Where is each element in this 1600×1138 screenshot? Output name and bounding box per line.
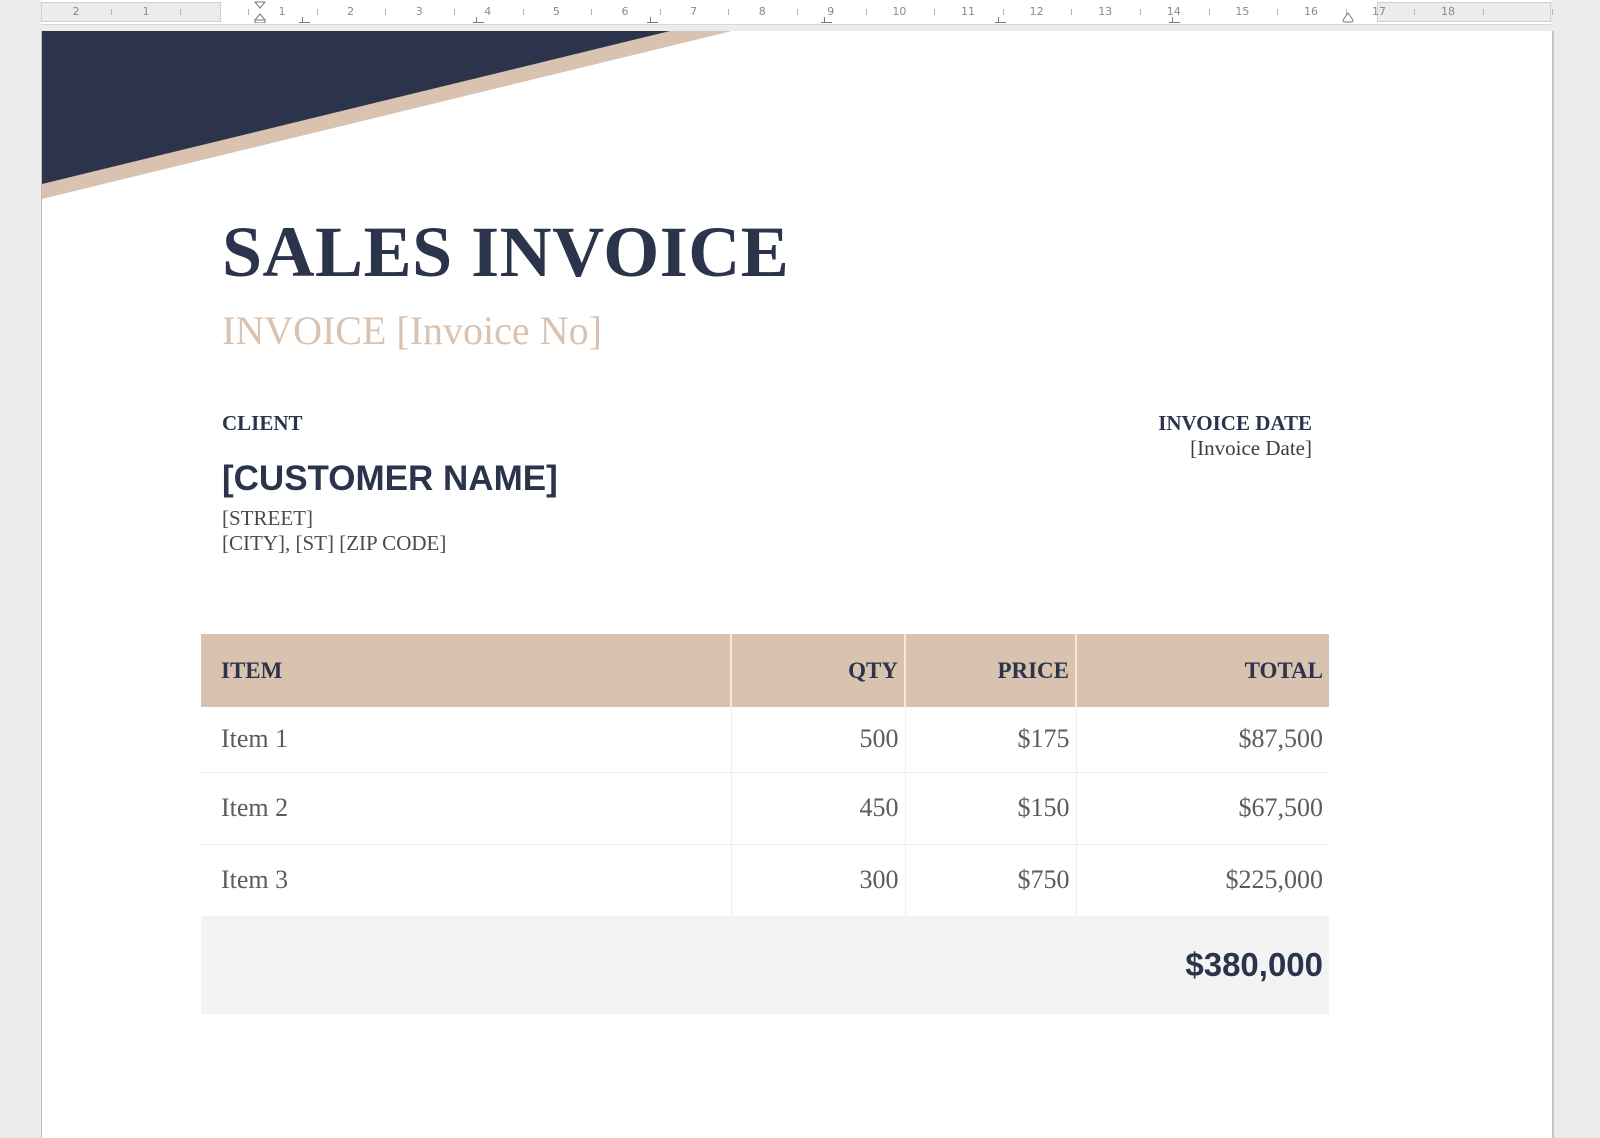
ruler-tick: [316, 9, 318, 15]
ruler-tick: [659, 9, 661, 15]
ruler-number: 7: [690, 5, 698, 18]
document-page[interactable]: SALES INVOICE INVOICE [Invoice No] CLIEN…: [41, 31, 1554, 1138]
navy-triangle-shape: [42, 31, 670, 184]
first-line-indent-marker[interactable]: [253, 1, 267, 23]
cell-qty[interactable]: 450: [731, 772, 906, 845]
tab-stop-marker[interactable]: [647, 17, 658, 23]
header-decoration: [42, 31, 732, 199]
ruler-tick: [522, 9, 524, 15]
ruler-number: 6: [621, 5, 629, 18]
invoice-date-label: INVOICE DATE: [1158, 411, 1312, 435]
ruler-tick: [797, 9, 798, 15]
grand-total-row: $380,000: [201, 916, 1329, 1014]
invoice-date-value[interactable]: [Invoice Date]: [1190, 436, 1312, 461]
ruler-number: 3: [415, 5, 423, 18]
ruler-number: 10: [892, 5, 907, 18]
customer-street[interactable]: [STREET]: [222, 506, 313, 531]
ruler-tick: [1002, 9, 1004, 15]
cell-price[interactable]: $175: [905, 707, 1077, 773]
ruler-right-margin: [1377, 2, 1551, 22]
table-row: Item 3 300 $750 $225,000: [201, 844, 1329, 917]
ruler-tick: [934, 9, 936, 15]
tab-stop-marker[interactable]: [299, 17, 310, 23]
header-total[interactable]: TOTAL: [1076, 634, 1329, 707]
ruler-tick: [865, 9, 867, 15]
header-price[interactable]: PRICE: [905, 634, 1077, 707]
table-header-row: ITEM QTY PRICE TOTAL: [201, 634, 1329, 707]
cell-item[interactable]: Item 1: [201, 707, 732, 773]
ruler-tick: [248, 9, 250, 15]
grand-total-value[interactable]: $380,000: [201, 916, 1329, 1014]
ruler-tick: [1551, 9, 1553, 15]
ruler-tick: [1277, 9, 1279, 15]
ruler-number: 16: [1304, 5, 1318, 18]
ruler-number: 13: [1098, 5, 1113, 18]
cell-item[interactable]: Item 3: [201, 844, 732, 917]
ruler-left-margin: [41, 2, 221, 22]
ruler-number: 17: [1372, 5, 1386, 18]
ruler-tick: [1071, 9, 1073, 15]
ruler-number: 1: [278, 5, 286, 18]
ruler-tick: [454, 9, 455, 15]
tab-stop-marker[interactable]: [473, 17, 484, 23]
ruler-number: 18: [1441, 5, 1455, 18]
invoice-title: SALES INVOICE: [222, 212, 790, 292]
ruler-tick: [179, 9, 181, 15]
tab-stop-marker[interactable]: [995, 17, 1006, 23]
cell-price[interactable]: $750: [905, 844, 1077, 917]
cell-total[interactable]: $67,500: [1076, 772, 1329, 845]
ruler-number: 15: [1235, 5, 1250, 18]
ruler-number: 8: [758, 5, 766, 18]
ruler-number: 12: [1029, 5, 1044, 18]
tab-stop-marker[interactable]: [821, 17, 832, 23]
ruler-tick: [591, 9, 593, 15]
ruler-tick: [1140, 9, 1141, 15]
ruler-number: 2: [347, 5, 355, 18]
cell-qty[interactable]: 500: [731, 707, 906, 773]
table-row: Item 2 450 $150 $67,500: [201, 772, 1329, 845]
ruler-number: 11: [961, 5, 975, 18]
ruler-tick: [1414, 9, 1416, 15]
header-qty[interactable]: QTY: [731, 634, 906, 707]
ruler-tick: [728, 9, 730, 15]
customer-name[interactable]: [CUSTOMER NAME]: [222, 459, 558, 499]
ruler-number: 1: [142, 5, 150, 18]
header-item[interactable]: ITEM: [201, 634, 732, 707]
ruler-number: 5: [552, 5, 560, 18]
cell-item[interactable]: Item 2: [201, 772, 732, 845]
workspace-left-margin: [0, 24, 40, 1138]
table-row: Item 1 500 $175 $87,500: [201, 707, 1329, 773]
workspace-right-margin: [1556, 24, 1600, 1138]
cell-total[interactable]: $87,500: [1076, 707, 1329, 773]
ruler-tick: [1483, 9, 1484, 15]
ruler-tick: [1208, 9, 1210, 15]
ruler-tick: [111, 9, 112, 15]
ruler-tick: [385, 9, 387, 15]
ruler-number: 4: [484, 5, 492, 18]
client-label: CLIENT: [222, 411, 303, 435]
tab-stop-marker[interactable]: [1169, 17, 1180, 23]
invoice-number[interactable]: INVOICE [Invoice No]: [222, 307, 602, 354]
ruler-number: 2: [72, 5, 80, 18]
customer-city-line[interactable]: [CITY], [ST] [ZIP CODE]: [222, 531, 446, 556]
cell-price[interactable]: $150: [905, 772, 1077, 845]
cell-qty[interactable]: 300: [731, 844, 906, 917]
horizontal-ruler[interactable]: 2 1 1 2 3 4 5 6 7 8 9 10 11 12 13 14 15 16 17 18: [41, 0, 1553, 25]
invoice-items-table: ITEM QTY PRICE TOTAL Item 1 500 $175 $87…: [201, 634, 1329, 1014]
right-indent-marker[interactable]: [1341, 1, 1355, 23]
cell-total[interactable]: $225,000: [1076, 844, 1329, 917]
